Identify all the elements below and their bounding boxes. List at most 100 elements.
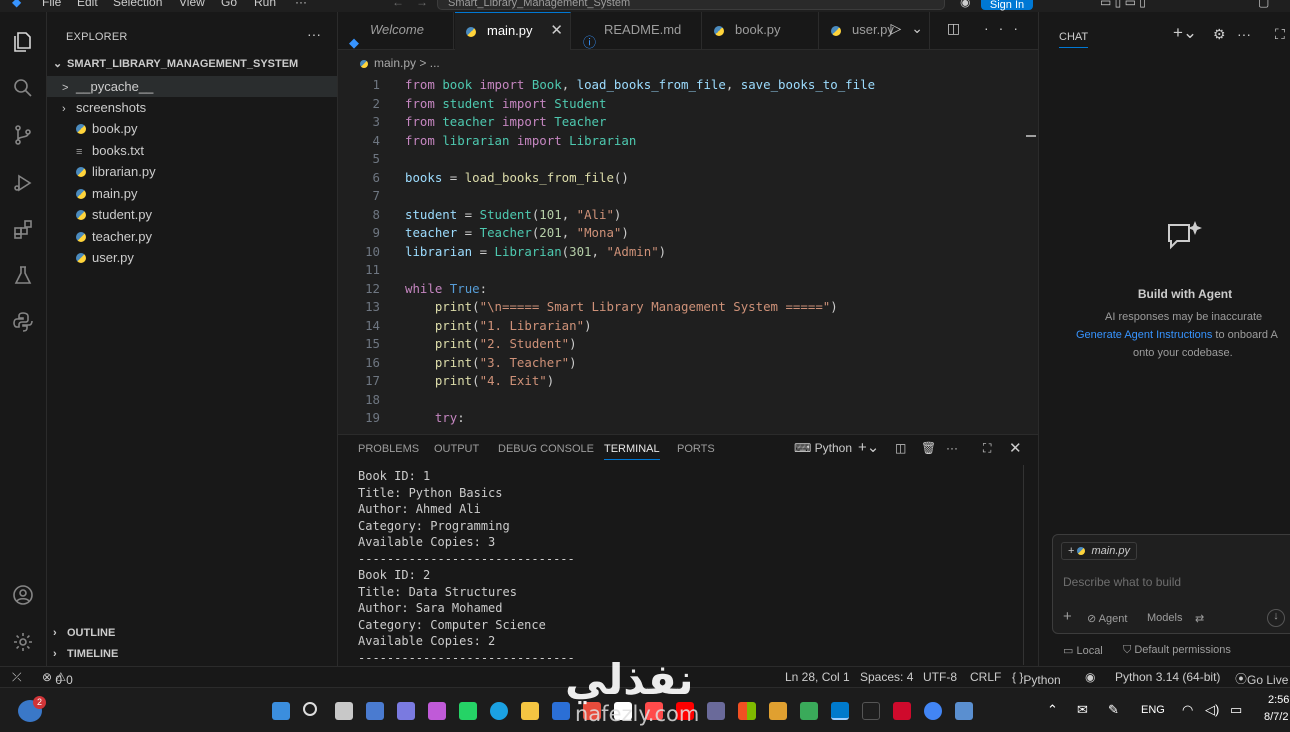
python-interpreter[interactable]: Python 3.14 (64-bit) xyxy=(1115,670,1220,684)
tree-file-books-txt[interactable]: ≡ books.txt xyxy=(47,140,337,161)
teams-icon[interactable] xyxy=(397,702,415,720)
huawei-icon[interactable] xyxy=(893,702,911,720)
chat-settings-icon[interactable]: ⚙ xyxy=(1213,26,1226,43)
code-line[interactable]: print("1. Librarian") xyxy=(405,318,592,333)
new-chat-icon[interactable]: +⌄ xyxy=(1173,23,1197,43)
permissions-selector[interactable]: ⛉ Default permissions xyxy=(1123,644,1231,657)
breadcrumb-file[interactable]: main.py xyxy=(374,56,416,70)
store-icon[interactable] xyxy=(552,702,570,720)
more-actions-icon[interactable]: ··· xyxy=(946,441,958,455)
tab-debug-console[interactable]: DEBUG CONSOLE xyxy=(498,443,594,455)
terminal-shell-selector[interactable]: ⌨ Python xyxy=(794,441,852,455)
edge-icon[interactable] xyxy=(490,702,508,720)
menu-file[interactable]: File xyxy=(42,0,61,9)
more-actions-icon[interactable]: ··· xyxy=(1237,26,1251,42)
testing-icon[interactable] xyxy=(11,264,35,288)
trash-icon[interactable]: 🗑 xyxy=(921,441,936,455)
run-debug-icon[interactable] xyxy=(11,171,35,195)
app-icon-5[interactable] xyxy=(769,702,787,720)
terminal-app-icon[interactable] xyxy=(862,702,880,720)
tab-problems[interactable]: PROBLEMS xyxy=(358,443,419,455)
clock-time[interactable]: 2:56 xyxy=(1268,694,1289,706)
tree-file-librarian-py[interactable]: librarian.py xyxy=(47,161,337,182)
vscode-taskbar-icon[interactable] xyxy=(831,702,849,720)
cursor-position[interactable]: Ln 28, Col 1 xyxy=(785,670,850,684)
tree-folder-pycache[interactable]: > __pycache__ xyxy=(47,76,337,97)
session-location[interactable]: ▭ Local xyxy=(1063,644,1103,657)
chat-title[interactable]: CHAT xyxy=(1059,31,1089,48)
outlook-icon[interactable] xyxy=(366,702,384,720)
code-line[interactable]: from librarian import Librarian xyxy=(405,133,636,148)
maximize-icon[interactable]: ⛶ xyxy=(1275,26,1285,43)
app-icon-7[interactable] xyxy=(955,702,973,720)
language-mode[interactable]: { } Python xyxy=(1012,670,1061,687)
chat-input-box[interactable]: + main.py Describe what to build + ⊘ Age… xyxy=(1052,534,1290,634)
source-control-icon[interactable] xyxy=(11,123,35,147)
timeline-section-header[interactable]: › TIMELINE xyxy=(53,648,118,660)
add-context-icon[interactable]: + xyxy=(1068,545,1077,557)
code-line[interactable]: librarian = Librarian(301, "Admin") xyxy=(405,244,666,259)
code-line[interactable]: student = Student(101, "Ali") xyxy=(405,207,621,222)
outline-section-header[interactable]: › OUTLINE xyxy=(53,627,115,639)
code-line[interactable]: from teacher import Teacher xyxy=(405,114,606,129)
go-live-button[interactable]: ⦿ Go Live xyxy=(1235,670,1288,687)
code-line[interactable]: print("4. Exit") xyxy=(405,373,554,388)
clock-date[interactable]: 8/7/2 xyxy=(1264,711,1288,723)
terminal-output[interactable]: Book ID: 1 Title: Python Basics Author: Ah… xyxy=(358,468,575,666)
app-icon-6[interactable] xyxy=(800,702,818,720)
generate-instructions-link[interactable]: Generate Agent Instructions xyxy=(1076,329,1212,341)
tree-file-user-py[interactable]: user.py xyxy=(47,247,337,268)
sign-in-button[interactable]: Sign In xyxy=(981,0,1033,11)
context-chip[interactable]: + main.py xyxy=(1061,542,1138,560)
indentation[interactable]: Spaces: 4 xyxy=(860,670,913,684)
close-panel-icon[interactable]: ✕ xyxy=(1009,439,1022,457)
encoding[interactable]: UTF-8 xyxy=(923,670,957,684)
menu-edit[interactable]: Edit xyxy=(77,0,98,9)
code-line[interactable]: teacher = Teacher(201, "Mona") xyxy=(405,225,629,240)
model-selector[interactable]: Models xyxy=(1147,612,1182,624)
add-icon[interactable]: + xyxy=(1063,608,1072,625)
command-center-search[interactable]: Smart_Library_Management_System xyxy=(437,0,945,10)
breadcrumb[interactable]: main.py > ... xyxy=(338,50,1038,74)
code-line[interactable]: try: xyxy=(405,410,465,425)
task-view-icon[interactable] xyxy=(335,702,353,720)
tray-app-icon[interactable]: ✉ xyxy=(1077,702,1088,718)
code-line[interactable]: print("2. Student") xyxy=(405,336,577,351)
search-icon[interactable] xyxy=(303,702,317,716)
layout-toggle-icon[interactable]: ▭ ▯ ▭ ▯ xyxy=(1100,0,1146,9)
account-icon[interactable] xyxy=(11,583,35,607)
python-icon[interactable] xyxy=(11,310,35,334)
extensions-icon[interactable] xyxy=(11,218,35,242)
copilot-status-icon[interactable]: ◉ xyxy=(1085,670,1095,684)
tab-output[interactable]: OUTPUT xyxy=(434,443,479,455)
window-restore-icon[interactable]: ▢ xyxy=(1258,0,1269,9)
breadcrumb-symbol[interactable]: ... xyxy=(430,56,440,70)
tools-icon[interactable]: ⇄ xyxy=(1195,612,1204,625)
menu-run[interactable]: Run xyxy=(254,0,276,9)
nav-forward-icon[interactable]: → xyxy=(416,0,428,9)
menu-go[interactable]: Go xyxy=(221,0,237,9)
code-line[interactable]: print("\n===== Smart Library Management … xyxy=(405,299,838,314)
microphone-icon[interactable]: ↓ xyxy=(1267,609,1285,627)
explorer-more-button[interactable]: ··· xyxy=(307,26,321,42)
close-icon[interactable]: ✕ xyxy=(550,13,563,49)
code-line[interactable]: from book import Book, load_books_from_f… xyxy=(405,77,875,92)
input-language[interactable]: ENG xyxy=(1141,704,1165,716)
code-line[interactable]: from student import Student xyxy=(405,96,606,111)
whatsapp-icon[interactable] xyxy=(459,702,477,720)
file-explorer-icon[interactable] xyxy=(521,702,539,720)
tab-welcome[interactable]: ◆ Welcome xyxy=(338,12,454,50)
split-terminal-icon[interactable]: ◫ xyxy=(895,441,906,455)
chat-input[interactable]: Describe what to build xyxy=(1063,575,1181,589)
copilot-app-icon[interactable] xyxy=(428,702,446,720)
code-editor[interactable]: 1 from book import Book, load_books_from_… xyxy=(338,74,1038,434)
menu-view[interactable]: View xyxy=(179,0,205,9)
microsoft-icon[interactable] xyxy=(738,702,756,720)
problems-status[interactable]: ⊗ 0 ⚠ 0 xyxy=(42,670,73,687)
menu-selection[interactable]: Selection xyxy=(113,0,162,9)
tree-file-main-py[interactable]: main.py xyxy=(47,183,337,204)
tray-chevron-icon[interactable]: ⌃ xyxy=(1047,702,1058,718)
terminal-scrollbar[interactable] xyxy=(1023,465,1024,665)
maximize-panel-icon[interactable]: ⛶ xyxy=(983,441,991,456)
battery-icon[interactable]: ▭ xyxy=(1230,702,1242,718)
